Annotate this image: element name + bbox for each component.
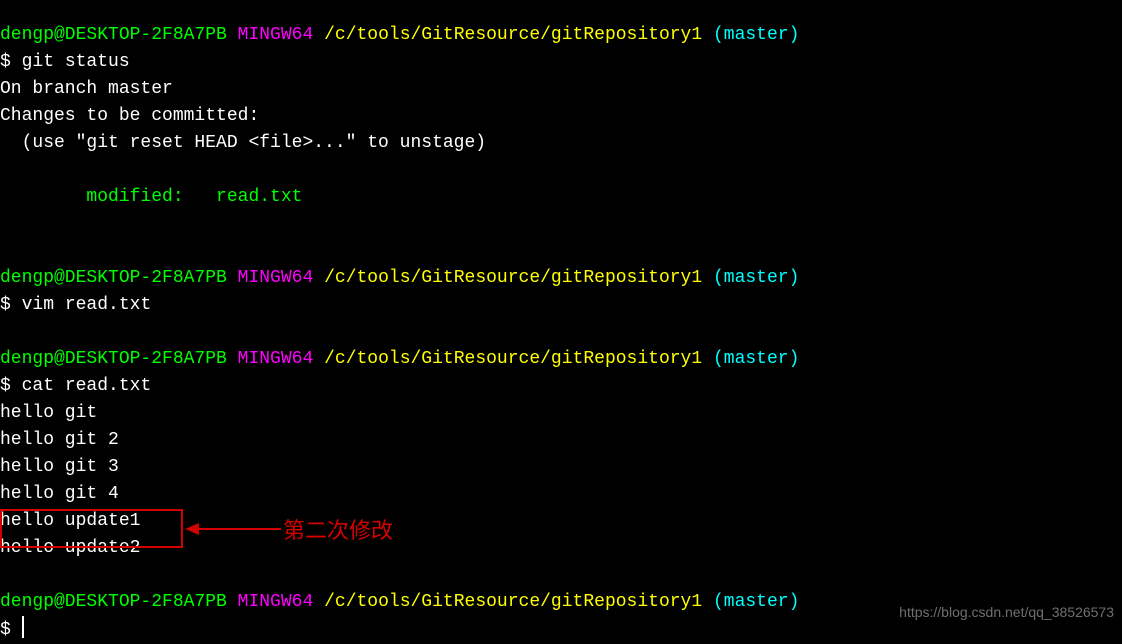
output-line: hello git 2 (0, 427, 1122, 454)
output-line: hello git (0, 400, 1122, 427)
output-line: hello git 4 (0, 481, 1122, 508)
prompt-line: dengp@DESKTOP-2F8A7PB MINGW64 /c/tools/G… (0, 265, 1122, 292)
output-line: Changes to be committed: (0, 103, 1122, 130)
output-line: hello update1 (0, 508, 1122, 535)
command-line: $ vim read.txt (0, 292, 1122, 319)
terminal[interactable]: dengp@DESKTOP-2F8A7PB MINGW64 /c/tools/G… (0, 22, 1122, 644)
prompt-line: dengp@DESKTOP-2F8A7PB MINGW64 /c/tools/G… (0, 346, 1122, 373)
blank-line (0, 157, 1122, 184)
output-line: hello update2 (0, 535, 1122, 562)
blank-line (0, 319, 1122, 346)
command-line: $ git status (0, 49, 1122, 76)
blank-line (0, 238, 1122, 265)
command-line: $ (0, 616, 1122, 644)
output-line: On branch master (0, 76, 1122, 103)
command-line: $ cat read.txt (0, 373, 1122, 400)
blank-line (0, 562, 1122, 589)
prompt-line: dengp@DESKTOP-2F8A7PB MINGW64 /c/tools/G… (0, 22, 1122, 49)
blank-line (0, 211, 1122, 238)
output-line: hello git 3 (0, 454, 1122, 481)
prompt-line: dengp@DESKTOP-2F8A7PB MINGW64 /c/tools/G… (0, 589, 1122, 616)
output-line: (use "git reset HEAD <file>..." to unsta… (0, 130, 1122, 157)
cursor (22, 616, 24, 638)
output-line: modified: read.txt (0, 184, 1122, 211)
